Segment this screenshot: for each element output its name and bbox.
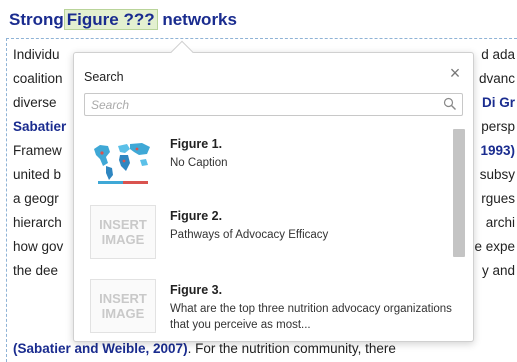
figure-search-popup: Search × Search Figure 1. No Caption INS… (73, 52, 474, 342)
doc-line: how gov (13, 239, 64, 254)
result-item-figure-2[interactable]: INSERT IMAGE Figure 2. Pathways of Advoca… (90, 205, 450, 271)
doc-line: diverse (13, 95, 57, 110)
result-item-figure-1[interactable]: Figure 1. No Caption (90, 133, 450, 199)
doc-line: the dee (13, 263, 59, 278)
figure-title: Figure 2. (170, 209, 223, 223)
figure-caption: What are the top three nutrition advocac… (170, 303, 452, 331)
doc-line-last: (Sabatier and Weible, 2007). For the nut… (13, 339, 396, 359)
search-field (84, 93, 463, 116)
doc-line: hierarch (13, 215, 62, 230)
figure-title: Figure 1. (170, 137, 223, 151)
heading-prefix: Strong (9, 10, 64, 29)
figure-caption: No Caption (170, 157, 228, 169)
figure-caption: Pathways of Advocacy Efficacy (170, 229, 329, 241)
doc-line-end: e expe (474, 239, 515, 254)
citation-link[interactable]: (Sabatier and Weible, 2007) (13, 341, 188, 356)
doc-line: Framew (13, 143, 62, 158)
doc-line: Individu (13, 47, 60, 62)
heading-suffix: networks (157, 10, 237, 29)
doc-line-end: rgues (481, 191, 515, 206)
doc-line-citation: Sabatier (13, 119, 67, 134)
result-item-figure-3[interactable]: INSERT IMAGE Figure 3. What are the top t… (90, 279, 452, 341)
results-list: Figure 1. No Caption INSERT IMAGE Figure … (74, 129, 473, 341)
doc-line: a geogr (13, 191, 59, 206)
close-icon[interactable]: × (447, 64, 463, 82)
search-input[interactable] (85, 94, 425, 115)
doc-line-end: archi (485, 215, 515, 230)
doc-line-end: d ada (481, 47, 515, 62)
insert-image-placeholder: INSERT IMAGE (90, 205, 156, 259)
doc-line-end: persp (481, 119, 515, 134)
section-heading: Strong Figure ??? networks (9, 8, 237, 32)
search-icon[interactable] (443, 97, 457, 116)
doc-line: united b (13, 167, 62, 182)
world-map-icon (90, 133, 156, 187)
doc-line: coalition (13, 71, 63, 86)
insert-image-placeholder: INSERT IMAGE (90, 279, 156, 333)
doc-line-end: subsy (479, 167, 515, 182)
doc-line-text: . For the nutrition community, there (187, 341, 396, 356)
doc-line-end-citation: 1993) (480, 143, 515, 158)
results-scrollbar[interactable] (453, 129, 465, 257)
doc-line-end-citation: Di Gr (481, 95, 515, 110)
popup-title: Search (84, 70, 124, 84)
doc-line-end: y and (481, 263, 515, 278)
figure-reference-highlight[interactable]: Figure ??? (63, 9, 158, 30)
figure-title: Figure 3. (170, 283, 223, 297)
doc-line-end: dvanc (478, 71, 515, 86)
